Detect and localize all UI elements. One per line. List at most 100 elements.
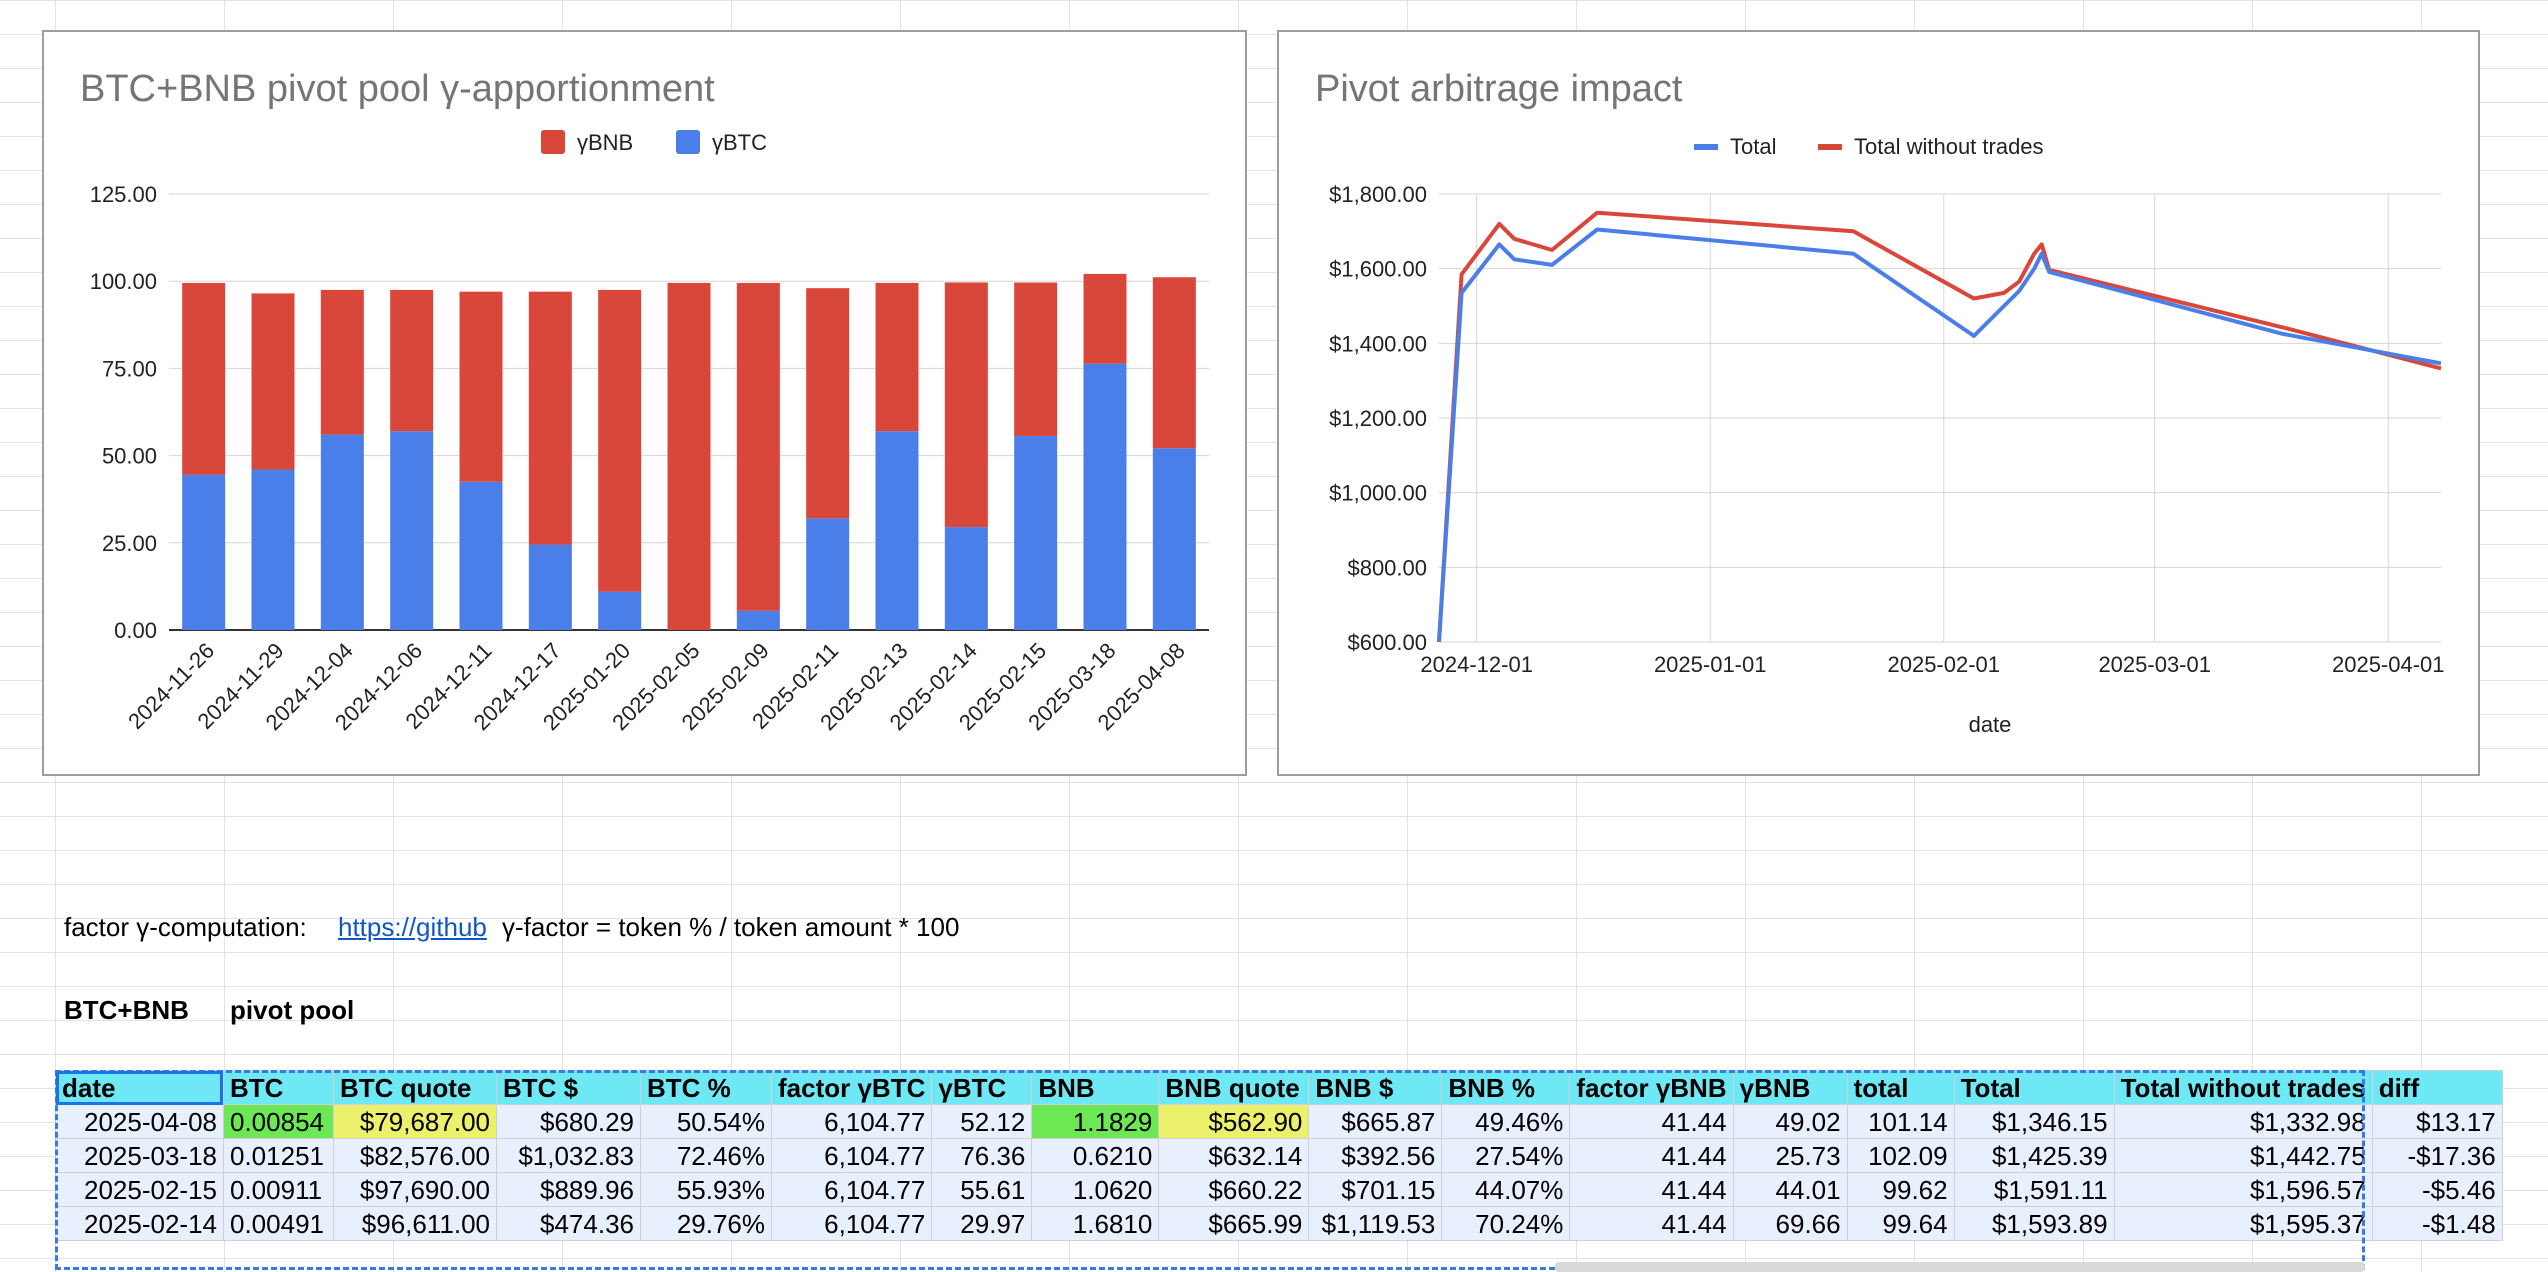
legend-swatch xyxy=(676,130,700,154)
series-line xyxy=(1437,227,2442,643)
table-cell[interactable]: 6,104.77 xyxy=(770,1104,933,1139)
header-cell[interactable]: Total xyxy=(1953,1070,2115,1105)
table-cell[interactable]: 41.44 xyxy=(1569,1138,1734,1173)
bar-segment xyxy=(528,291,572,545)
table-cell[interactable]: $1,442.75 xyxy=(2113,1138,2373,1173)
table-row: 2025-02-15 0.00911 $97,690.00 $889.96 55… xyxy=(55,1172,2503,1207)
header-cell[interactable]: factor γBNB xyxy=(1569,1070,1734,1105)
table-cell[interactable]: 69.66 xyxy=(1732,1206,1848,1241)
chart-gamma-apportionment[interactable]: BTC+BNB pivot pool γ-apportionment 0.00 2… xyxy=(42,30,1247,776)
bar-segment xyxy=(1014,436,1058,630)
header-cell[interactable]: BTC $ xyxy=(496,1070,641,1105)
table-cell[interactable]: 2025-02-15 xyxy=(55,1172,224,1207)
table-cell[interactable]: $79,687.00 xyxy=(333,1104,497,1139)
table-cell[interactable]: 49.02 xyxy=(1732,1104,1848,1139)
table-cell[interactable]: 1.6810 xyxy=(1031,1206,1160,1241)
table-cell[interactable]: $1,119.53 xyxy=(1308,1206,1443,1241)
header-cell[interactable]: BTC quote xyxy=(333,1070,497,1105)
bar-segment xyxy=(944,527,988,630)
table-cell[interactable]: 99.64 xyxy=(1846,1206,1955,1241)
table-cell[interactable]: $474.36 xyxy=(496,1206,641,1241)
table-cell[interactable]: $1,596.57 xyxy=(2113,1172,2373,1207)
header-cell[interactable]: BTC % xyxy=(640,1070,772,1105)
table-cell[interactable]: $392.56 xyxy=(1308,1138,1443,1173)
header-cell[interactable]: BTC xyxy=(223,1070,334,1105)
table-cell[interactable]: 50.54% xyxy=(640,1104,772,1139)
table-cell[interactable]: $889.96 xyxy=(496,1172,641,1207)
table-cell[interactable]: -$5.46 xyxy=(2371,1172,2503,1207)
table-cell[interactable]: $701.15 xyxy=(1308,1172,1443,1207)
table-cell[interactable]: 99.62 xyxy=(1846,1172,1955,1207)
table-cell[interactable]: $1,425.39 xyxy=(1953,1138,2115,1173)
table-cell[interactable]: 6,104.77 xyxy=(770,1172,933,1207)
table-cell[interactable]: $562.90 xyxy=(1158,1104,1310,1139)
table-cell[interactable]: 2025-03-18 xyxy=(55,1138,224,1173)
header-cell[interactable]: Total without trades xyxy=(2113,1070,2373,1105)
table-cell[interactable]: $665.87 xyxy=(1308,1104,1443,1139)
table-cell[interactable]: 41.44 xyxy=(1569,1104,1734,1139)
header-cell[interactable]: date xyxy=(55,1070,224,1105)
bar-segment xyxy=(1152,277,1196,449)
table-cell[interactable]: 6,104.77 xyxy=(770,1206,933,1241)
table-cell[interactable]: 1.0620 xyxy=(1031,1172,1160,1207)
table-cell[interactable]: 41.44 xyxy=(1569,1206,1734,1241)
table-cell[interactable]: 70.24% xyxy=(1441,1206,1571,1241)
table-cell[interactable]: $660.22 xyxy=(1158,1172,1310,1207)
header-cell[interactable]: BNB quote xyxy=(1158,1070,1310,1105)
table-cell[interactable]: 29.76% xyxy=(640,1206,772,1241)
header-cell[interactable]: BNB xyxy=(1031,1070,1160,1105)
chart-pivot-arbitrage[interactable]: Pivot arbitrage impact $600.00 $800.00 $1,… xyxy=(1277,30,2480,776)
table-cell[interactable]: $13.17 xyxy=(2371,1104,2503,1139)
table-cell[interactable]: 102.09 xyxy=(1846,1138,1955,1173)
table-cell[interactable]: 44.01 xyxy=(1732,1172,1848,1207)
header-cell[interactable]: γBNB xyxy=(1732,1070,1848,1105)
table-cell[interactable]: 76.36 xyxy=(931,1138,1033,1173)
table-cell[interactable]: 0.00491 xyxy=(223,1206,334,1241)
table-cell[interactable]: $1,595.37 xyxy=(2113,1206,2373,1241)
table-cell[interactable]: $665.99 xyxy=(1158,1206,1310,1241)
table-cell[interactable]: $96,611.00 xyxy=(333,1206,497,1241)
table-cell[interactable]: 101.14 xyxy=(1846,1104,1955,1139)
bar-segment xyxy=(1083,363,1127,630)
table-cell[interactable]: 0.6210 xyxy=(1031,1138,1160,1173)
table-cell[interactable]: 55.93% xyxy=(640,1172,772,1207)
header-cell[interactable]: BNB $ xyxy=(1308,1070,1443,1105)
table-cell[interactable]: $1,346.15 xyxy=(1953,1104,2115,1139)
table-cell[interactable]: $1,032.83 xyxy=(496,1138,641,1173)
data-table[interactable]: date BTC BTC quote BTC $ BTC % factor γB… xyxy=(55,1070,2503,1241)
table-cell[interactable]: 6,104.77 xyxy=(770,1138,933,1173)
table-cell[interactable]: 41.44 xyxy=(1569,1172,1734,1207)
table-cell[interactable]: 44.07% xyxy=(1441,1172,1571,1207)
table-cell[interactable]: 0.01251 xyxy=(223,1138,334,1173)
table-cell[interactable]: $97,690.00 xyxy=(333,1172,497,1207)
table-cell[interactable]: 49.46% xyxy=(1441,1104,1571,1139)
table-cell[interactable]: 2025-04-08 xyxy=(55,1104,224,1139)
table-cell[interactable]: 72.46% xyxy=(640,1138,772,1173)
header-cell[interactable]: diff xyxy=(2371,1070,2503,1105)
bar-segment xyxy=(806,288,850,519)
header-cell[interactable]: factor γBTC xyxy=(770,1070,933,1105)
table-cell[interactable]: $1,591.11 xyxy=(1953,1172,2115,1207)
table-cell[interactable]: 55.61 xyxy=(931,1172,1033,1207)
table-cell[interactable]: $680.29 xyxy=(496,1104,641,1139)
header-cell[interactable]: BNB % xyxy=(1441,1070,1571,1105)
table-cell[interactable]: -$17.36 xyxy=(2371,1138,2503,1173)
table-cell[interactable]: 2025-02-14 xyxy=(55,1206,224,1241)
table-cell[interactable]: 1.1829 xyxy=(1031,1104,1160,1139)
table-cell[interactable]: 25.73 xyxy=(1732,1138,1848,1173)
header-cell[interactable]: total xyxy=(1846,1070,1955,1105)
table-cell[interactable]: -$1.48 xyxy=(2371,1206,2503,1241)
table-cell[interactable]: 52.12 xyxy=(931,1104,1033,1139)
table-cell[interactable]: 0.00854 xyxy=(223,1104,334,1139)
header-cell[interactable]: γBTC xyxy=(931,1070,1033,1105)
x-tick-label: 2025-02-01 xyxy=(1887,652,2000,677)
table-cell[interactable]: $632.14 xyxy=(1158,1138,1310,1173)
table-cell[interactable]: 27.54% xyxy=(1441,1138,1571,1173)
table-cell[interactable]: $1,593.89 xyxy=(1953,1206,2115,1241)
table-cell[interactable]: 29.97 xyxy=(931,1206,1033,1241)
table-cell[interactable]: $1,332.98 xyxy=(2113,1104,2373,1139)
table-cell[interactable]: $82,576.00 xyxy=(333,1138,497,1173)
horizontal-scrollbar[interactable] xyxy=(1555,1262,2365,1272)
table-cell[interactable]: 0.00911 xyxy=(223,1172,334,1207)
github-link[interactable]: https://github xyxy=(338,912,494,943)
